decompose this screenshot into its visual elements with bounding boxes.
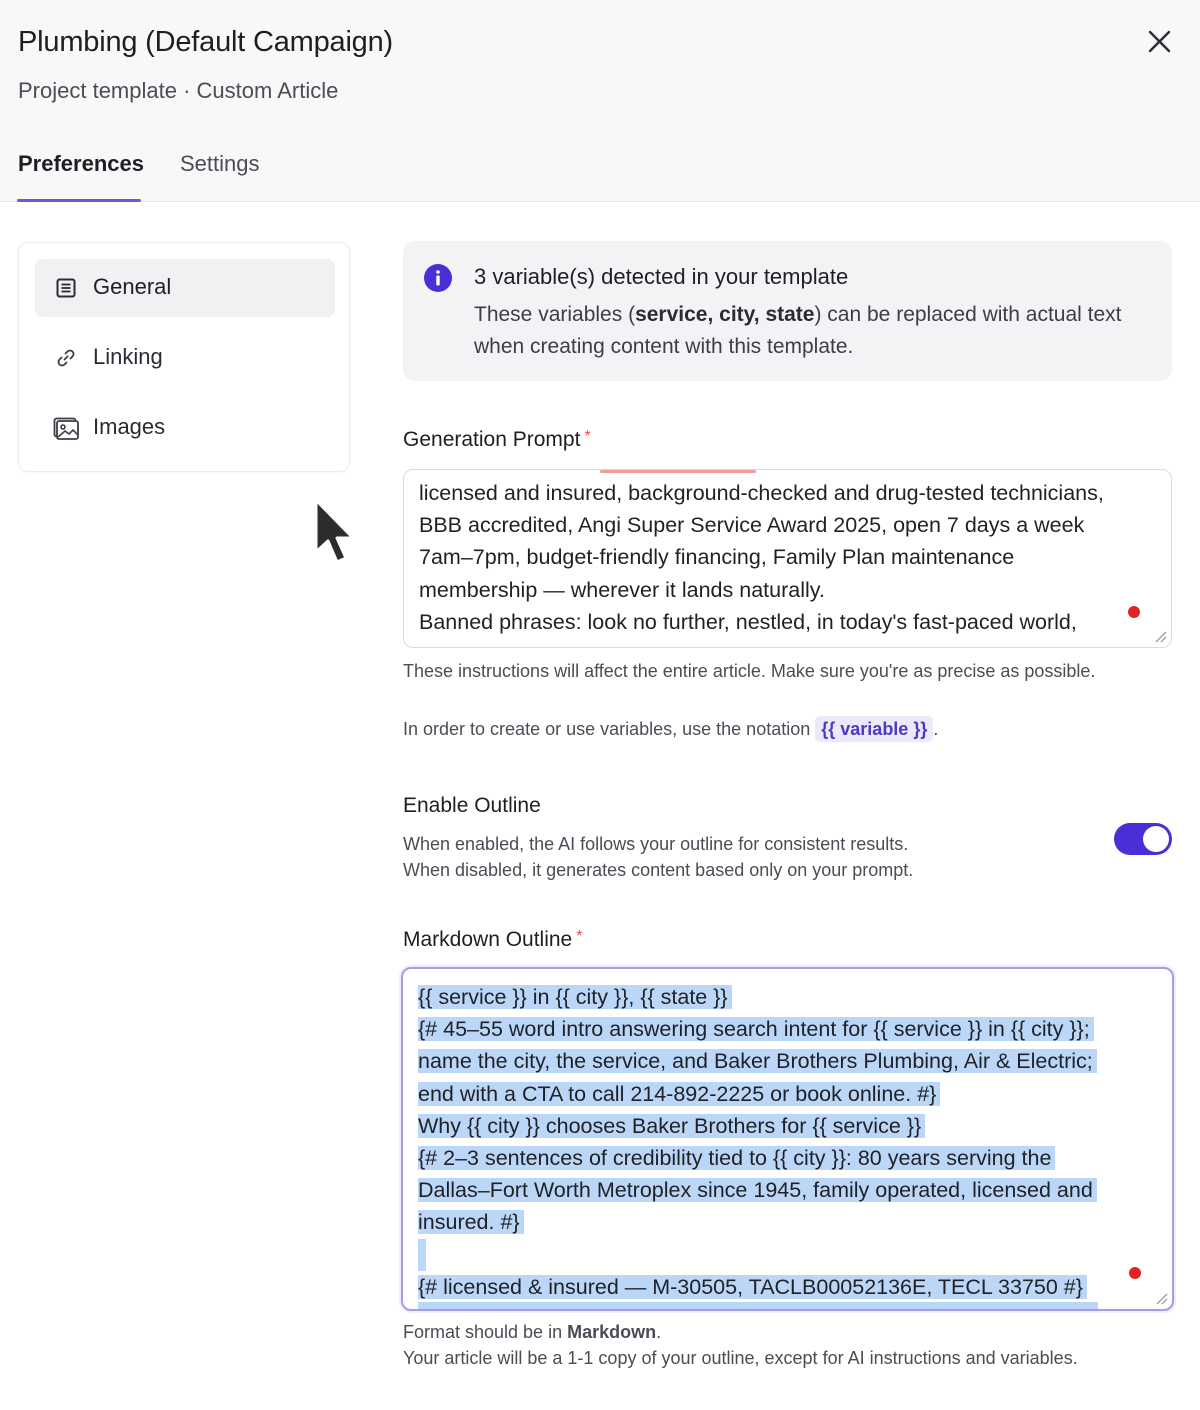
prompt-line: 7am–7pm, budget-friendly financing, Fami… — [419, 545, 1015, 570]
sidebar-item-general[interactable]: General — [35, 259, 335, 317]
format-help-bold: Markdown — [567, 1322, 657, 1342]
enable-outline-toggle[interactable] — [1114, 823, 1172, 855]
toggle-desc-line: When disabled, it generates content base… — [403, 860, 914, 880]
outline-line-text: Why {{ city }} chooses Baker Brothers fo… — [418, 1113, 926, 1138]
outline-copy-help: Your article will be a 1-1 copy of your … — [403, 1348, 1078, 1368]
page-subtitle: Project template · Custom Article — [18, 78, 339, 103]
toggle-knob — [1143, 826, 1169, 852]
close-icon — [1148, 30, 1171, 53]
prompt-line: Banned phrases: look no further, nestled… — [419, 609, 1077, 634]
unsaved-indicator — [1128, 606, 1140, 618]
page-title: Plumbing (Default Campaign) — [18, 26, 393, 58]
settings-sidebar: General Linking Images — [18, 242, 350, 472]
sidebar-item-label: Images — [93, 414, 166, 439]
unsaved-indicator — [1129, 1267, 1141, 1279]
images-icon — [53, 417, 79, 440]
info-variables: service, city, state — [635, 303, 815, 326]
sidebar-item-label: Linking — [93, 344, 163, 369]
outline-line: insured. #} — [418, 1206, 1158, 1238]
prompt-line: BBB accredited, Angi Super Service Award… — [419, 513, 1085, 538]
info-description: These variables (service, city, state) c… — [474, 299, 1164, 363]
resize-handle-icon[interactable] — [1154, 1291, 1168, 1305]
outline-line-text: {# licensed & insured — M-30505, TACLB00… — [418, 1274, 1087, 1299]
resize-handle-icon[interactable] — [1153, 629, 1167, 643]
outline-line-text: {# 2–3 sentences of credibility tied to … — [418, 1145, 1056, 1170]
outline-line: end with a CTA to call 214-892-2225 or b… — [418, 1078, 1158, 1110]
info-text-before: These variables ( — [474, 303, 636, 326]
tab-settings[interactable]: Settings — [180, 151, 260, 177]
outline-line-text — [418, 1238, 426, 1271]
outline-text: {{ service }} in {{ city }}, {{ state }}… — [418, 981, 1158, 1303]
required-mark: * — [576, 928, 583, 945]
sidebar-item-linking[interactable]: Linking — [35, 329, 335, 387]
link-icon — [57, 349, 75, 367]
variable-help-before: In order to create or use variables, use… — [403, 719, 811, 739]
variable-help-after: . — [933, 719, 939, 739]
outline-line: {# licensed & insured — M-30505, TACLB00… — [418, 1271, 1158, 1303]
outline-line-text: name the city, the service, and Baker Br… — [418, 1049, 1097, 1074]
variable-help-text: In order to create or use variables, use… — [403, 716, 1143, 742]
generation-prompt-label: Generation Prompt * — [403, 428, 591, 452]
outline-line — [418, 1238, 1158, 1271]
outline-line-text: {# 45–55 word intro answering search int… — [418, 1017, 1094, 1042]
outline-line: {# 45–55 word intro answering search int… — [418, 1013, 1158, 1045]
generation-prompt-textarea[interactable]: licensed and insured, background-checked… — [403, 469, 1172, 648]
prompt-line: membership — wherever it lands naturally… — [419, 577, 825, 602]
outline-line: {# 2–3 sentences of credibility tied to … — [418, 1142, 1158, 1174]
outline-line: {{ service }} in {{ city }}, {{ state }} — [418, 981, 1158, 1013]
field-label-text: Generation Prompt — [403, 428, 581, 451]
prompt-line: licensed and insured, background-checked… — [419, 481, 1104, 505]
active-tab-indicator — [17, 199, 141, 202]
outline-line: Dallas–Fort Worth Metroplex since 1945, … — [418, 1174, 1158, 1206]
outline-format-help: Format should be in Markdown. — [403, 1319, 1143, 1345]
toggle-desc-line: When enabled, the AI follows your outlin… — [403, 834, 909, 854]
outline-line-text: end with a CTA to call 214-892-2225 or b… — [418, 1081, 941, 1106]
sidebar-item-label: General — [93, 274, 172, 299]
outline-line-text: Dallas–Fort Worth Metroplex since 1945, … — [418, 1178, 1097, 1203]
outline-line-text: insured. #} — [418, 1210, 524, 1235]
sidebar-item-images[interactable]: Images — [35, 399, 335, 457]
outline-line-text: {{ service }} in {{ city }}, {{ state }} — [418, 985, 732, 1009]
outline-line: name the city, the service, and Baker Br… — [418, 1045, 1158, 1077]
variable-notation-chip: {{ variable }} — [815, 716, 934, 742]
field-label-text: Markdown Outline — [403, 928, 573, 951]
outline-toggle-description: When enabled, the AI follows your outlin… — [403, 831, 1143, 883]
tab-preferences[interactable]: Preferences — [18, 151, 144, 177]
variables-info-banner: 3 variable(s) detected in your template … — [403, 241, 1172, 381]
info-icon — [424, 264, 452, 292]
markdown-outline-label: Markdown Outline * — [403, 928, 582, 952]
format-help-after: . — [656, 1322, 662, 1342]
modal-header: Plumbing (Default Campaign) Project temp… — [0, 0, 1200, 202]
markdown-outline-textarea[interactable]: {{ service }} in {{ city }}, {{ state }}… — [401, 967, 1174, 1311]
close-button[interactable] — [1140, 24, 1178, 62]
mouse-pointer-icon — [314, 498, 355, 564]
format-help-before: Format should be in — [403, 1322, 568, 1342]
spellcheck-underline — [600, 470, 756, 473]
outline-line: Why {{ city }} chooses Baker Brothers fo… — [418, 1110, 1158, 1142]
info-title: 3 variable(s) detected in your template — [474, 264, 849, 289]
list-document-icon — [56, 278, 76, 298]
enable-outline-label: Enable Outline — [403, 794, 541, 817]
required-mark: * — [584, 428, 591, 445]
selection-overflow — [418, 1302, 1098, 1309]
prompt-help-text: These instructions will affect the entir… — [403, 661, 1096, 681]
prompt-text: licensed and insured, background-checked… — [419, 477, 1159, 638]
